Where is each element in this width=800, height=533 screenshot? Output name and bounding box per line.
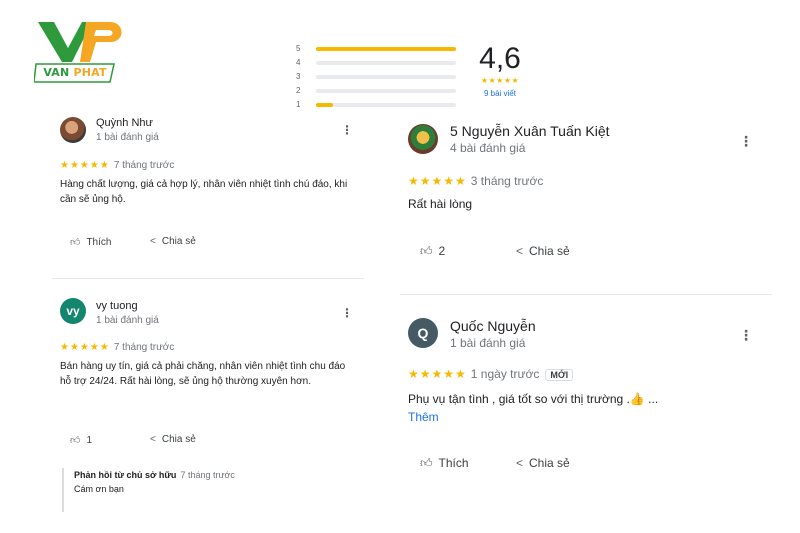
like-button[interactable]: 👍︎ 1 bbox=[70, 434, 92, 446]
review-divider bbox=[52, 278, 364, 279]
histogram-label: 4 bbox=[296, 58, 301, 67]
reviewer-name[interactable]: Quỳnh Như bbox=[96, 117, 153, 129]
owner-reply: Phản hồi từ chủ sở hữu 7 tháng trước Cám … bbox=[62, 468, 352, 512]
share-icon: < bbox=[150, 236, 156, 247]
star-rating: ★★★★★ bbox=[408, 367, 467, 381]
histogram-row-4: 4 bbox=[296, 56, 466, 70]
like-label: Thích bbox=[86, 237, 112, 248]
share-icon: < bbox=[516, 456, 524, 470]
share-button[interactable]: < Chia sẻ bbox=[150, 236, 196, 247]
share-label: Chia sẻ bbox=[529, 456, 570, 470]
review-text: Phụ vụ tận tình , giá tốt so với thị trư… bbox=[408, 392, 659, 406]
avatar[interactable]: vy bbox=[60, 298, 86, 324]
histogram-track bbox=[316, 103, 456, 107]
avatar[interactable] bbox=[60, 117, 86, 143]
histogram-track bbox=[316, 47, 456, 51]
rating-histogram: 5 4 3 2 1 bbox=[296, 42, 466, 114]
histogram-track bbox=[316, 61, 456, 65]
review-time: 1 ngày trước bbox=[470, 367, 540, 381]
more-options-icon[interactable]: ⋮ bbox=[738, 133, 754, 150]
average-rating-value: 4,6 bbox=[479, 42, 521, 75]
reviewer-review-count: 4 bài đánh giá bbox=[450, 141, 526, 155]
share-button[interactable]: < Chia sẻ bbox=[150, 434, 196, 445]
histogram-label: 1 bbox=[296, 100, 301, 109]
thumb-up-icon: 👍︎ bbox=[420, 244, 433, 258]
like-button[interactable]: 👍︎ 2 bbox=[420, 244, 445, 259]
share-label: Chia sẻ bbox=[161, 434, 196, 445]
share-label: Chia sẻ bbox=[161, 236, 196, 247]
histogram-row-2: 2 bbox=[296, 84, 466, 98]
more-options-icon[interactable]: ⋮ bbox=[340, 123, 354, 137]
histogram-row-1: 1 bbox=[296, 98, 466, 112]
van-phat-logo: VAN PHAT bbox=[30, 18, 130, 96]
avatar[interactable]: Q bbox=[408, 318, 438, 348]
review-time: 7 tháng trước bbox=[113, 160, 175, 171]
star-rating: ★★★★★ bbox=[60, 342, 110, 353]
histogram-row-3: 3 bbox=[296, 70, 466, 84]
logo-text: VAN PHAT bbox=[36, 63, 114, 83]
histogram-label: 5 bbox=[296, 44, 301, 53]
share-icon: < bbox=[516, 244, 524, 258]
star-rating: ★★★★★ bbox=[408, 174, 467, 188]
like-count: 1 bbox=[86, 435, 93, 446]
average-rating-stars: ★★★★★ bbox=[480, 76, 520, 85]
more-options-icon[interactable]: ⋮ bbox=[738, 327, 754, 344]
share-icon: < bbox=[150, 434, 156, 445]
like-button[interactable]: 👍︎ Thích bbox=[70, 236, 111, 248]
average-rating: 4,6 ★★★★★ 9 bài viết bbox=[470, 42, 530, 108]
share-button[interactable]: < Chia sẻ bbox=[516, 244, 570, 258]
thumb-up-icon: 👍︎ bbox=[70, 237, 81, 248]
histogram-label: 2 bbox=[296, 86, 301, 95]
reviewer-name[interactable]: 5 Nguyễn Xuân Tuấn Kiệt bbox=[450, 123, 610, 139]
histogram-label: 3 bbox=[296, 72, 301, 81]
like-label: Thích bbox=[438, 456, 469, 470]
reviewer-review-count: 1 bài đánh giá bbox=[96, 315, 159, 326]
histogram-row-5: 5 bbox=[296, 42, 466, 56]
review-rating: ★★★★★ 7 tháng trước bbox=[60, 342, 174, 353]
owner-reply-time: 7 tháng trước bbox=[180, 470, 235, 480]
reviewer-review-count: 1 bài đánh giá bbox=[450, 336, 526, 350]
star-rating: ★★★★★ bbox=[60, 160, 110, 171]
review-time: 7 tháng trước bbox=[113, 342, 175, 353]
review-rating: ★★★★★ 3 tháng trước bbox=[408, 174, 543, 188]
reviewer-name[interactable]: Quốc Nguyễn bbox=[450, 318, 536, 334]
logo-text-phat: PHAT bbox=[73, 66, 107, 79]
review-time: 3 tháng trước bbox=[470, 174, 544, 188]
logo-text-van: VAN bbox=[43, 66, 70, 79]
review-rating: ★★★★★ 7 tháng trước bbox=[60, 160, 174, 171]
more-options-icon[interactable]: ⋮ bbox=[340, 306, 354, 320]
review-count-link[interactable]: 9 bài viết bbox=[470, 86, 530, 102]
histogram-track bbox=[316, 89, 456, 93]
share-button[interactable]: < Chia sẻ bbox=[516, 456, 570, 470]
reviewer-review-count: 1 bài đánh giá bbox=[96, 132, 159, 143]
reviewer-name[interactable]: vy tuong bbox=[96, 300, 138, 312]
thumb-up-icon: 👍︎ bbox=[420, 456, 433, 470]
owner-reply-text: Cám ơn bạn bbox=[74, 484, 124, 494]
review-text: Hàng chất lượng, giá cả hợp lý, nhân viê… bbox=[60, 179, 348, 205]
thumb-up-icon: 👍︎ bbox=[70, 435, 81, 446]
review-text: Rất hài lòng bbox=[408, 197, 473, 211]
owner-reply-title: Phản hồi từ chủ sở hữu bbox=[74, 470, 177, 480]
owner-reply-header: Phản hồi từ chủ sở hữu 7 tháng trước bbox=[74, 468, 352, 482]
share-label: Chia sẻ bbox=[529, 244, 570, 258]
review-text: Bán hàng uy tín, giá cả phải chăng, nhân… bbox=[60, 361, 346, 387]
like-button[interactable]: 👍︎ Thích bbox=[420, 456, 469, 471]
histogram-fill bbox=[316, 47, 456, 51]
histogram-track bbox=[316, 75, 456, 79]
review-rating: ★★★★★ 1 ngày trước MỚI bbox=[408, 367, 574, 381]
histogram-fill bbox=[316, 103, 333, 107]
vp-logo-mark-icon bbox=[38, 22, 122, 62]
review-divider bbox=[400, 294, 772, 295]
like-count: 2 bbox=[438, 244, 446, 258]
avatar[interactable] bbox=[408, 124, 438, 154]
show-more-link[interactable]: Thêm bbox=[408, 409, 439, 426]
new-badge: MỚI bbox=[545, 369, 574, 381]
